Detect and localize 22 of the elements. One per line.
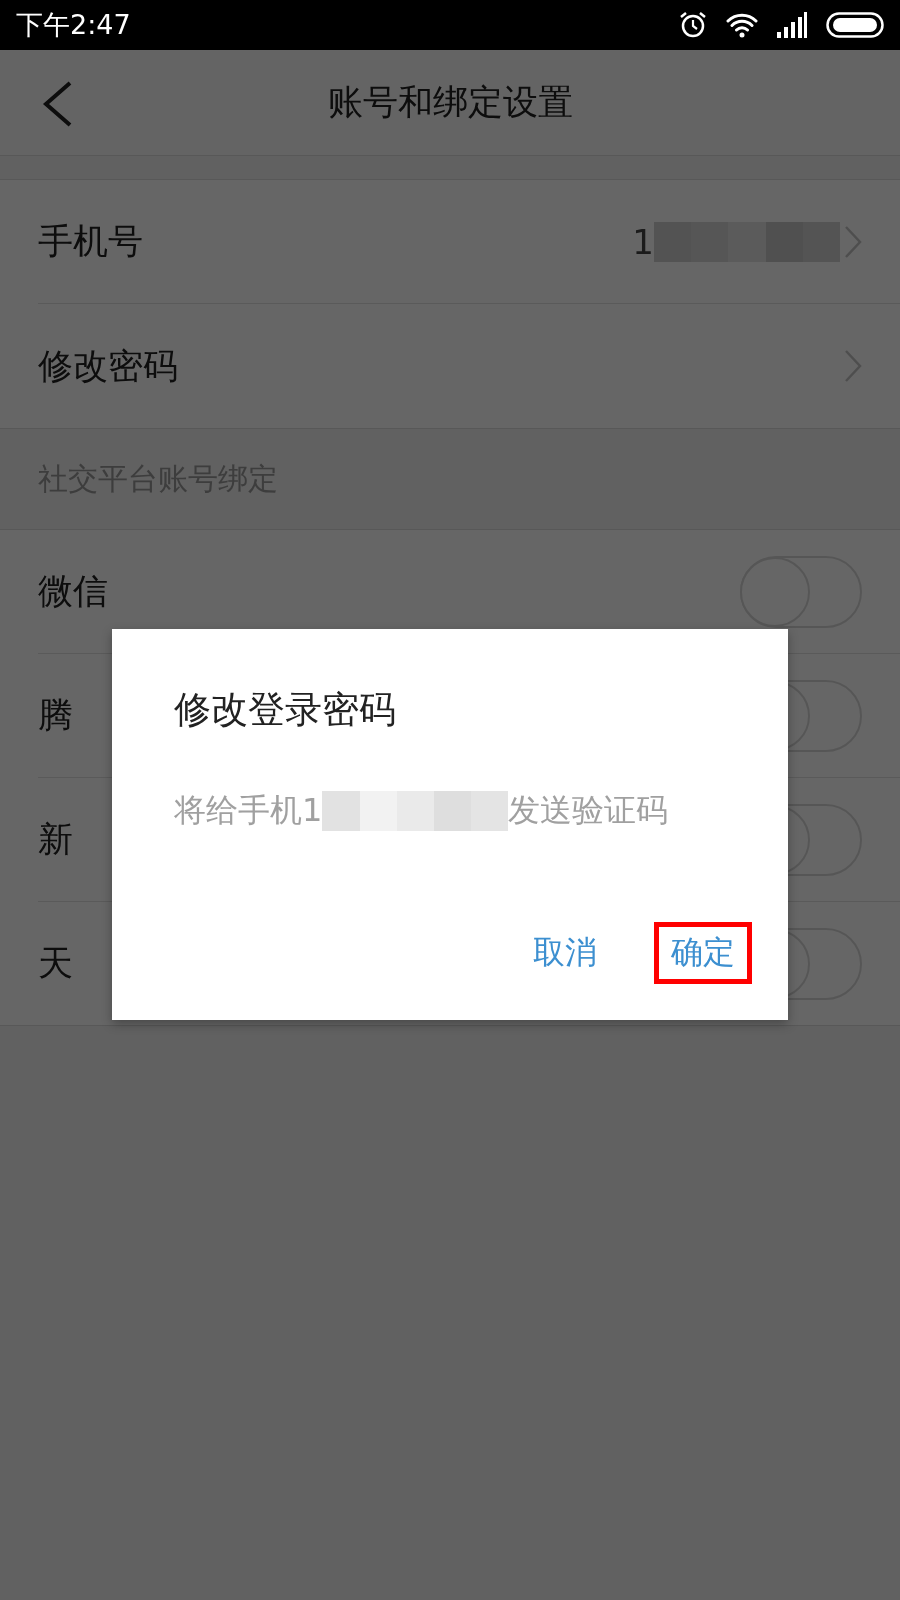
cancel-button[interactable]: 取消: [516, 922, 614, 984]
confirm-button[interactable]: 确定: [654, 922, 752, 984]
signal-icon: [776, 12, 808, 38]
dialog-title: 修改登录密码: [174, 687, 397, 733]
row-label: 修改密码: [38, 344, 178, 388]
settings-row[interactable]: 手机号 1: [38, 180, 900, 304]
row-label: 天: [38, 942, 73, 985]
phone-number: 1: [632, 221, 654, 262]
wifi-icon: [726, 12, 758, 38]
dialog-message: 将给手机1: [174, 790, 323, 831]
alarm-clock-icon: [678, 10, 708, 40]
dialog-message: 发送验证码: [508, 790, 669, 831]
status-time: 下午2:47: [16, 8, 131, 42]
chevron-right-icon: [844, 224, 862, 259]
page-title: 账号和绑定设置: [327, 81, 573, 124]
battery-icon: [826, 12, 884, 38]
chevron-right-icon: [844, 349, 862, 383]
row-label: 新: [38, 818, 73, 861]
row-label: 微信: [38, 570, 108, 613]
settings-row[interactable]: 修改密码: [0, 304, 900, 428]
row-label: 腾: [38, 694, 73, 737]
row-label: 手机号: [38, 220, 143, 263]
